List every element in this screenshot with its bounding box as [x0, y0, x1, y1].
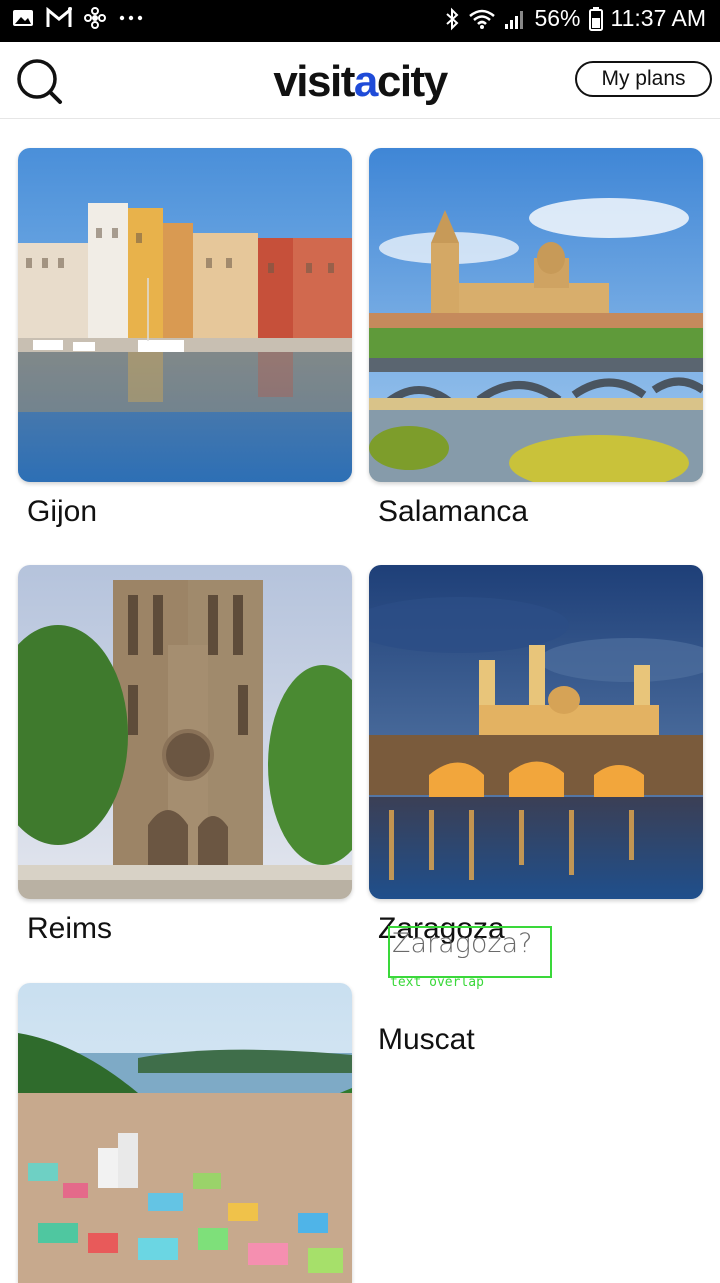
city-image[interactable]: [369, 565, 703, 899]
signal-icon: [505, 10, 524, 29]
zaragoza-basilica-photo: [369, 565, 703, 899]
my-plans-button[interactable]: My plans: [575, 61, 712, 97]
city-image[interactable]: [18, 983, 352, 1283]
city-card-reims[interactable]: Reims: [18, 565, 352, 949]
bluetooth-icon: [446, 7, 459, 30]
city-image[interactable]: [369, 148, 703, 482]
battery-percent: 56%: [534, 5, 581, 31]
city-name[interactable]: Reims: [18, 909, 352, 949]
city-name-muscat[interactable]: Muscat: [378, 1020, 475, 1060]
reims-cathedral-photo: [18, 565, 352, 899]
status-left-icons: [12, 7, 144, 29]
overlap-label: text overlap: [390, 975, 484, 990]
clock: 11:37 AM: [610, 5, 706, 31]
city-image[interactable]: [18, 148, 352, 482]
status-right: 56% 11:37 AM: [444, 5, 706, 32]
city-name[interactable]: Salamanca: [369, 492, 703, 532]
app-header: visitacity My plans: [0, 42, 720, 119]
city-image[interactable]: [18, 565, 352, 899]
gmail-icon: [46, 7, 72, 27]
city-card-photo[interactable]: [18, 983, 352, 1283]
city-name[interactable]: Gijon: [18, 492, 352, 532]
gijon-harbor-photo: [18, 148, 352, 482]
hillside-village-photo: [18, 983, 352, 1283]
more-dots-icon: [119, 15, 143, 21]
battery-icon: [588, 6, 603, 31]
city-card-gijon[interactable]: Gijon: [18, 148, 352, 532]
gallery-icon: [13, 10, 33, 26]
wifi-icon: [469, 9, 496, 29]
city-card-salamanca[interactable]: Salamanca: [369, 148, 703, 532]
city-card-zaragoza[interactable]: Zaragoza: [369, 565, 703, 949]
pinwheel-icon: [84, 7, 106, 29]
overlap-text: Zaragoza?: [392, 928, 533, 959]
status-bar: 56% 11:37 AM: [0, 0, 720, 42]
salamanca-cathedral-photo: [369, 148, 703, 482]
